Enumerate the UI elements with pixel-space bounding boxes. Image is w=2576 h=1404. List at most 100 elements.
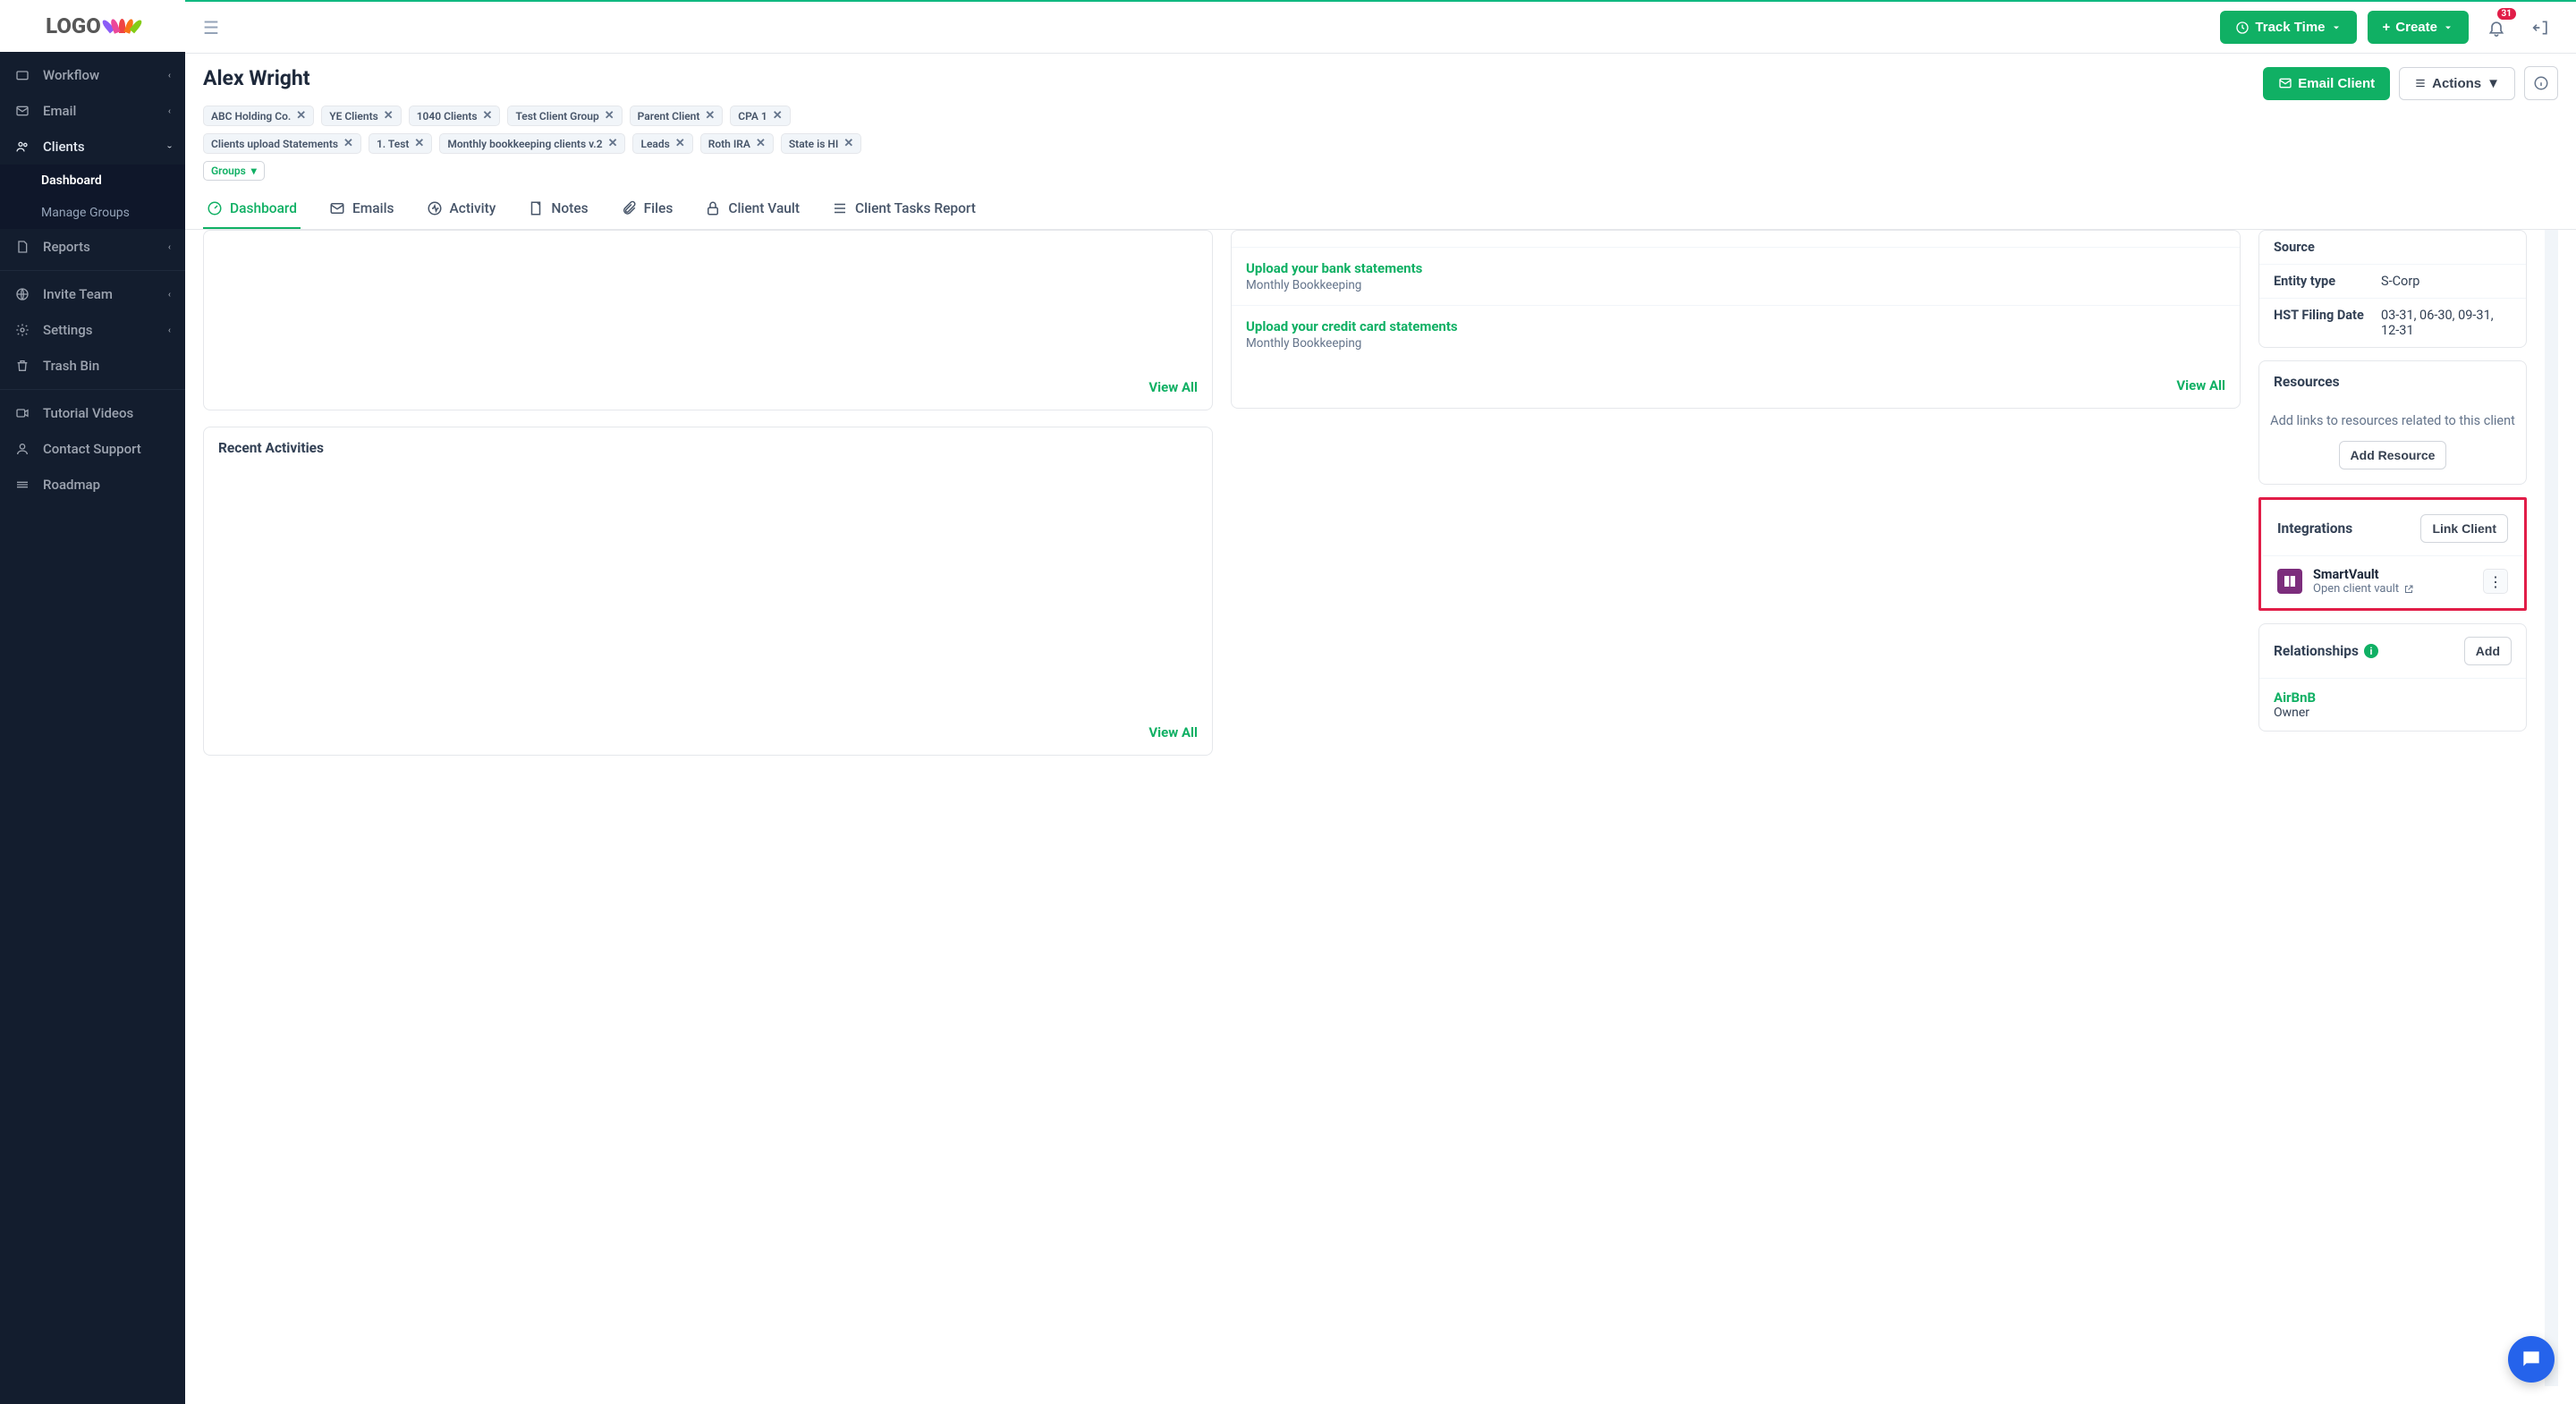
card-title: Relationships [2274,643,2359,659]
detail-val: 03-31, 06-30, 09-31, 12-31 [2381,308,2512,338]
detail-row: Entity type S-Corp [2259,264,2526,298]
gauge-icon [207,200,223,216]
menu-toggle[interactable]: ☰ [203,17,219,38]
integrations-card: Integrations Link Client SmartVault Open… [2263,502,2522,606]
envelope-icon [329,200,345,216]
roadmap-icon [14,477,30,493]
actions-dropdown[interactable]: Actions ▼ [2399,67,2515,100]
nav-email[interactable]: Email ‹ [0,93,185,129]
info-button[interactable] [2524,66,2558,100]
chat-widget[interactable] [2508,1336,2555,1383]
close-icon[interactable]: ✕ [605,109,614,123]
detail-val [2381,240,2512,255]
tab-emails[interactable]: Emails [326,190,398,229]
people-icon [14,139,30,155]
nav-invite-team[interactable]: Invite Team ‹ [0,276,185,312]
globe-icon [14,286,30,302]
nav-trash[interactable]: Trash Bin [0,348,185,384]
caret-down-icon: ▼ [2487,76,2500,91]
close-icon[interactable]: ✕ [773,109,783,123]
close-icon[interactable]: ✕ [384,109,394,123]
tag-chip[interactable]: Roth IRA✕ [700,133,774,154]
email-client-button[interactable]: Email Client [2263,67,2390,100]
close-icon[interactable]: ✕ [296,109,306,123]
task-title: Upload your credit card statements [1246,318,2225,334]
tag-chip[interactable]: 1040 Clients✕ [409,106,501,126]
info-icon[interactable]: i [2364,644,2378,658]
chevron-down-icon [2331,22,2342,33]
close-icon[interactable]: ✕ [483,109,493,123]
close-icon[interactable]: ✕ [675,137,685,150]
detail-row: Source [2259,231,2526,264]
nav-clients[interactable]: Clients ‹ [0,129,185,165]
task-item[interactable]: Upload your credit card statements Month… [1232,305,2240,363]
tab-vault[interactable]: Client Vault [701,190,803,229]
nav-label: Workflow [43,67,99,83]
scrollbar[interactable] [2545,230,2558,1386]
tab-tasks-report[interactable]: Client Tasks Report [828,190,979,229]
view-all-link[interactable]: View All [204,710,1212,755]
add-resource-button[interactable]: Add Resource [2339,441,2447,469]
document-icon [14,239,30,255]
close-icon[interactable]: ✕ [343,137,353,150]
nav-roadmap[interactable]: Roadmap [0,467,185,503]
nav-reports[interactable]: Reports ‹ [0,229,185,265]
tag-chip[interactable]: ABC Holding Co.✕ [203,106,314,126]
link-client-button[interactable]: Link Client [2420,514,2508,543]
view-all-link[interactable]: View All [1232,363,2240,408]
close-icon[interactable]: ✕ [843,137,853,150]
create-button[interactable]: + Create [2368,11,2469,44]
resources-hint: Add links to resources related to this c… [2259,402,2526,441]
tag-chip[interactable]: Clients upload Statements✕ [203,133,361,154]
tag-chip[interactable]: Test Client Group✕ [507,106,622,126]
tag-chip[interactable]: Leads✕ [632,133,692,154]
card-title: Recent Activities [204,427,1212,469]
tag-chip[interactable]: CPA 1✕ [730,106,790,126]
tab-files[interactable]: Files [617,190,677,229]
chevron-down-icon: ‹ [165,145,174,148]
nav-label: Trash Bin [43,358,99,374]
groups-dropdown[interactable]: Groups ▾ [203,161,265,181]
nav-support[interactable]: Contact Support [0,431,185,467]
details-card: Source Entity type S-Corp HST Filing Dat… [2258,230,2527,348]
integration-item[interactable]: SmartVault Open client vault ⋮ [2263,555,2522,606]
close-icon[interactable]: ✕ [756,137,766,150]
exit-icon [2532,19,2550,37]
person-icon [14,441,30,457]
tag-chip[interactable]: State is HI✕ [781,133,861,154]
notifications-button[interactable]: 31 [2479,11,2513,45]
integration-sublink[interactable]: Open client vault [2313,582,2472,596]
track-time-button[interactable]: Track Time [2220,11,2356,44]
close-icon[interactable]: ✕ [608,137,618,150]
view-all-link[interactable]: View All [204,365,1212,410]
trash-icon [14,358,30,374]
logo[interactable]: LOGO [0,0,185,52]
integration-menu[interactable]: ⋮ [2483,569,2508,594]
tag-chip[interactable]: Parent Client✕ [630,106,724,126]
smartvault-icon [2277,569,2302,594]
tag-chip[interactable]: 1. Test✕ [369,133,432,154]
nav-workflow[interactable]: Workflow ‹ [0,57,185,93]
tasks-card: Upload your bank statements Monthly Book… [1231,230,2241,409]
tab-notes[interactable]: Notes [524,190,591,229]
tag-chip[interactable]: Monthly bookkeeping clients v.2✕ [439,133,625,154]
nav-tutorial[interactable]: Tutorial Videos [0,395,185,431]
close-icon[interactable]: ✕ [705,109,715,123]
task-item[interactable]: Upload your bank statements Monthly Book… [1232,247,2240,305]
chevron-left-icon: ‹ [168,242,171,252]
tab-activity[interactable]: Activity [423,190,500,229]
relationship-item[interactable]: AirBnB Owner [2259,678,2526,731]
chat-icon [2520,1348,2543,1371]
nav-clients-manage-groups[interactable]: Manage Groups [0,197,185,229]
nav-clients-dashboard[interactable]: Dashboard [0,165,185,197]
close-icon[interactable]: ✕ [414,137,424,150]
tab-dashboard[interactable]: Dashboard [203,190,301,229]
video-icon [14,405,30,421]
nav-settings[interactable]: Settings ‹ [0,312,185,348]
tag-chip[interactable]: YE Clients✕ [321,106,401,126]
chevron-left-icon: ‹ [168,326,171,335]
chevron-down-icon [2443,22,2453,33]
nav-label: Clients [43,139,85,155]
logout-button[interactable] [2524,11,2558,45]
add-relationship-button[interactable]: Add [2464,637,2512,665]
